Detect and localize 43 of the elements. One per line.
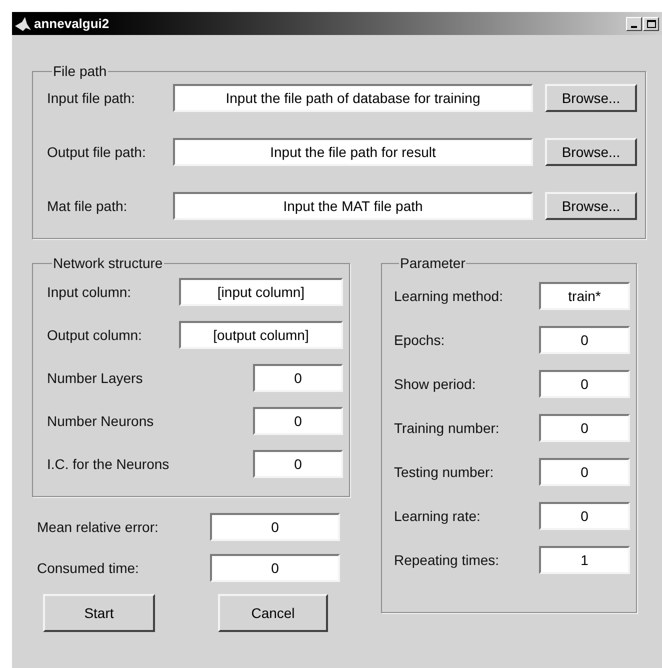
input-field[interactable]: 0 xyxy=(539,326,630,354)
field-label: Testing number: xyxy=(394,462,495,482)
input-field[interactable]: 0 xyxy=(539,458,630,486)
input-field[interactable]: 0 xyxy=(539,370,630,398)
input-field[interactable]: Input the file path for result xyxy=(173,138,533,166)
field-label: Consumed time: xyxy=(37,558,140,578)
input-field[interactable]: Input the MAT file path xyxy=(173,192,533,220)
input-field[interactable]: 0 xyxy=(539,414,630,442)
input-field[interactable]: 1 xyxy=(539,546,630,574)
input-field[interactable]: 0 xyxy=(253,450,343,478)
input-field[interactable]: 0 xyxy=(253,407,343,435)
push-button[interactable]: Start xyxy=(43,594,155,632)
browse-button[interactable]: Browse... xyxy=(545,84,637,112)
input-field[interactable]: Input the file path of database for training xyxy=(173,84,533,112)
push-button[interactable]: Cancel xyxy=(218,594,328,632)
field-label: Mean relative error: xyxy=(37,518,160,536)
field-label: Output file path: xyxy=(47,142,147,162)
field-label: Output column: xyxy=(47,326,143,345)
browse-button[interactable]: Browse... xyxy=(545,192,637,220)
field-label: Number Layers xyxy=(47,368,144,388)
field-label: Number Neurons xyxy=(47,412,155,430)
group-title: Parameter xyxy=(399,254,466,273)
field-label: Training number: xyxy=(394,418,500,438)
field-label: Learning method: xyxy=(394,286,504,306)
browse-button[interactable]: Browse... xyxy=(545,138,637,166)
input-field[interactable]: [output column] xyxy=(179,321,343,349)
window-title: annevalgui2 xyxy=(34,14,110,33)
input-field[interactable]: train* xyxy=(539,282,630,310)
group-title: File path xyxy=(52,62,108,81)
field-label: Learning rate: xyxy=(394,506,482,526)
input-field[interactable]: 0 xyxy=(253,364,343,392)
input-field[interactable]: 0 xyxy=(539,502,630,530)
field-label: Input file path: xyxy=(47,88,136,108)
field-label: I.C. for the Neurons xyxy=(47,454,170,474)
field-label: Repeating times: xyxy=(394,550,500,570)
field-label: Epochs: xyxy=(394,330,446,350)
field-label: Input column: xyxy=(47,282,132,302)
group-title: Network structure xyxy=(52,254,164,273)
field-label: Show period: xyxy=(394,374,477,394)
input-field[interactable]: 0 xyxy=(210,554,340,582)
field-label: Mat file path: xyxy=(47,196,128,216)
input-field[interactable]: [input column] xyxy=(179,278,343,306)
input-field[interactable]: 0 xyxy=(210,513,340,541)
